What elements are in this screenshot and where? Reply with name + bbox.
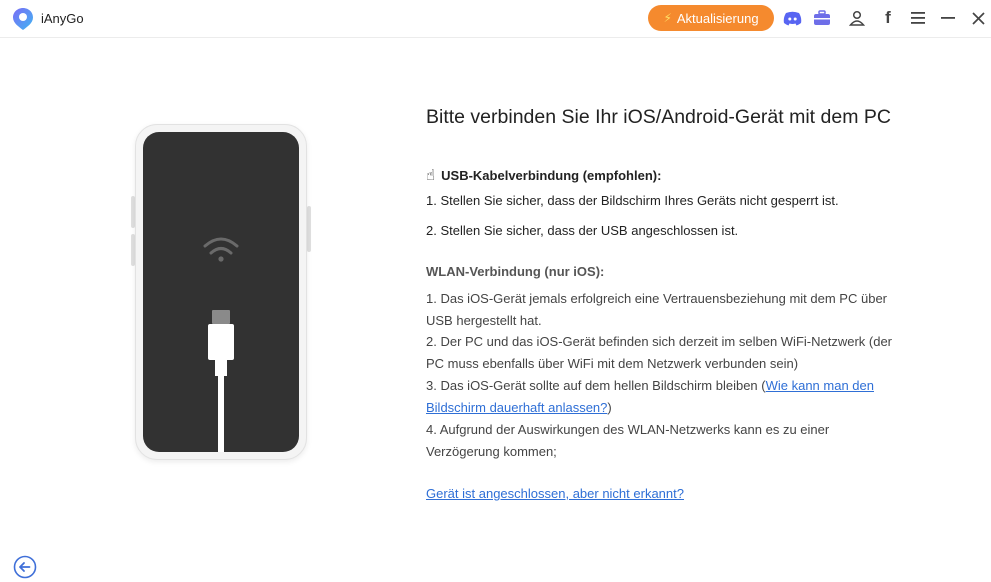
- wlan-step3-text: 3. Das iOS-Gerät sollte auf dem hellen B…: [426, 378, 766, 393]
- usb-section-heading: ☝ USB-Kabelverbindung (empfohlen):: [426, 166, 661, 184]
- update-button-label: Aktualisierung: [676, 10, 759, 26]
- wlan-step: 1. Das iOS-Gerät jemals erfolgreich eine…: [426, 291, 887, 328]
- update-button[interactable]: ⚡ Aktualisierung: [648, 5, 774, 31]
- wlan-step: 4. Aufgrund der Auswirkungen des WLAN-Ne…: [426, 422, 830, 459]
- page-title: Bitte verbinden Sie Ihr iOS/Android-Gerä…: [426, 106, 891, 128]
- wifi-icon: [203, 237, 239, 255]
- close-icon[interactable]: [968, 8, 988, 28]
- wlan-section-heading: WLAN-Verbindung (nur iOS):: [426, 264, 605, 279]
- minimize-icon[interactable]: [938, 8, 958, 28]
- hand-pointer-icon: ☝: [426, 167, 436, 184]
- menu-icon[interactable]: [908, 8, 928, 28]
- title-bar: iAnyGo ⚡ Aktualisierung f: [0, 0, 991, 38]
- user-icon[interactable]: [847, 8, 867, 28]
- usb-step: 2. Stellen Sie sicher, dass der USB ange…: [426, 223, 739, 238]
- wlan-step: 2. Der PC und das iOS-Gerät befinden sic…: [426, 334, 893, 371]
- phone-side-button: [307, 206, 311, 252]
- phone-screen: [143, 132, 299, 456]
- usb-heading-label: USB-Kabelverbindung (empfohlen):: [441, 167, 662, 183]
- app-name: iAnyGo: [41, 11, 84, 26]
- bolt-icon: ⚡: [663, 11, 672, 25]
- discord-icon[interactable]: [782, 8, 802, 28]
- back-arrow-icon[interactable]: [13, 555, 37, 579]
- facebook-icon[interactable]: f: [878, 8, 898, 28]
- wlan-step: 3. Das iOS-Gerät sollte auf dem hellen B…: [426, 375, 901, 418]
- app-logo-icon: [13, 8, 33, 30]
- usb-cable-illustration: [203, 237, 239, 456]
- device-not-recognized-link[interactable]: Gerät ist angeschlossen, aber nicht erka…: [426, 486, 684, 501]
- usb-step: 1. Stellen Sie sicher, dass der Bildschi…: [426, 193, 839, 208]
- phone-illustration: [135, 124, 307, 460]
- toolbox-icon[interactable]: [812, 8, 832, 28]
- wlan-step3-suffix: ): [607, 399, 612, 415]
